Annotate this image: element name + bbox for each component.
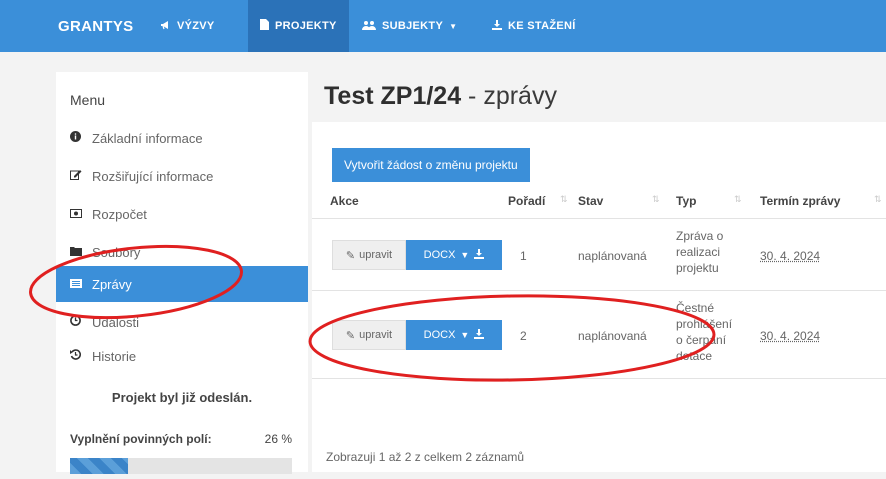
pencil-icon: ✎ <box>345 249 356 262</box>
page-title-project: Test ZP1/24 <box>324 82 462 110</box>
brand-logo[interactable]: GRANTYS <box>58 18 133 35</box>
col-header-poradi[interactable]: Pořadí <box>508 194 545 208</box>
create-change-request-button[interactable]: Vytvořit žádost o změnu projektu <box>332 148 530 182</box>
edit-button-label: upravit <box>359 249 393 261</box>
page-title-section: - zprávy <box>461 82 557 110</box>
top-navbar: GRANTYS VÝZVY PROJEKTY SUBJEKTY ▼ KE STA… <box>0 0 886 52</box>
sort-icon[interactable]: ⇅ <box>874 194 882 205</box>
download-icon <box>492 19 502 33</box>
sidebar-item-label: Rozpočet <box>92 206 147 222</box>
type-line: Zpráva o <box>676 229 724 243</box>
reports-panel: Vytvořit žádost o změnu projektu Akce Po… <box>312 122 886 472</box>
type-line: projektu <box>676 261 719 275</box>
row-status: naplánovaná <box>578 329 647 343</box>
row-divider <box>312 290 886 291</box>
sidebar: Menu Základní informace Rozšiřující info… <box>56 72 308 474</box>
list-icon <box>70 277 92 291</box>
sort-icon[interactable]: ⇅ <box>734 194 742 205</box>
type-line: dotace <box>676 349 713 363</box>
edit-button-label: upravit <box>359 329 393 341</box>
docx-label: DOCX <box>423 249 456 261</box>
chevron-down-icon: ▼ <box>460 330 470 340</box>
row-type: Zpráva o realizaci projektu <box>676 228 723 276</box>
docx-download-button[interactable]: DOCX ▼ <box>406 240 502 270</box>
history-icon <box>70 349 92 363</box>
edit-button[interactable]: ✎ upravit <box>332 320 406 350</box>
nav-projekty-label: PROJEKTY <box>275 20 337 32</box>
sidebar-item-historie[interactable]: Historie <box>56 338 308 374</box>
row-order: 1 <box>520 249 527 263</box>
col-header-stav[interactable]: Stav <box>578 194 603 208</box>
row-date: 30. 4. 2024 <box>760 329 821 343</box>
sort-icon[interactable]: ⇅ <box>560 194 568 205</box>
row-status: naplánovaná <box>578 249 647 263</box>
required-fields-progress <box>70 458 292 474</box>
sort-icon[interactable]: ⇅ <box>652 194 660 205</box>
docx-download-button[interactable]: DOCX ▼ <box>406 320 502 350</box>
nav-ke-stazeni[interactable]: KE STAŽENÍ <box>492 0 576 52</box>
users-icon <box>362 20 376 33</box>
nav-subjekty-label: SUBJEKTY <box>382 20 444 32</box>
sidebar-item-label: Základní informace <box>92 130 203 146</box>
row-date: 30. 4. 2024 <box>760 249 821 263</box>
page-title: Test ZP1/24 - zprávy <box>324 82 557 111</box>
file-icon <box>260 19 269 33</box>
megaphone-icon <box>160 20 171 33</box>
type-line: prohlášení <box>676 317 733 331</box>
edit-icon <box>70 169 92 183</box>
row-type: Čestné prohlášení o čerpání dotace <box>676 300 732 364</box>
sidebar-item-label: Rozšiřující informace <box>92 168 214 184</box>
chevron-down-icon: ▼ <box>449 21 458 31</box>
sidebar-item-zpravy[interactable]: Zprávy <box>56 266 308 302</box>
nav-projekty[interactable]: PROJEKTY <box>248 0 349 52</box>
sidebar-item-rozsirujici-informace[interactable]: Rozšiřující informace <box>56 158 308 194</box>
sidebar-item-label: Události <box>92 314 139 330</box>
download-icon <box>474 328 485 342</box>
col-header-termin[interactable]: Termín zprávy <box>760 194 840 208</box>
sidebar-item-label: Zprávy <box>92 276 132 292</box>
folder-icon <box>70 245 92 259</box>
main-content: Test ZP1/24 - zprávy Vytvořit žádost o z… <box>312 72 886 472</box>
download-icon <box>474 248 485 262</box>
col-header-typ[interactable]: Typ <box>676 194 696 208</box>
nav-vyzvy-label: VÝZVY <box>177 20 215 32</box>
sidebar-item-udalosti[interactable]: Události <box>56 304 308 340</box>
type-line: o čerpání <box>676 333 727 347</box>
type-line: Čestné <box>676 301 715 315</box>
row-order: 2 <box>520 329 527 343</box>
chevron-down-icon: ▼ <box>460 250 470 260</box>
sidebar-item-rozpocet[interactable]: Rozpočet <box>56 196 308 232</box>
progress-fill <box>70 458 128 474</box>
nav-subjekty[interactable]: SUBJEKTY ▼ <box>362 0 457 52</box>
info-icon <box>70 131 92 145</box>
required-fields-label: Vyplnění povinných polí: <box>70 432 212 446</box>
sidebar-item-zakladni-informace[interactable]: Základní informace <box>56 120 308 156</box>
sidebar-item-label: Historie <box>92 348 137 364</box>
sent-notice: Projekt byl již odeslán. <box>111 390 253 405</box>
nav-ke-stazeni-label: KE STAŽENÍ <box>508 20 576 32</box>
nav-vyzvy[interactable]: VÝZVY <box>160 0 215 52</box>
sidebar-item-soubory[interactable]: Soubory <box>56 234 308 270</box>
pencil-icon: ✎ <box>345 329 356 342</box>
header-divider <box>312 218 886 219</box>
type-line: realizaci <box>676 245 721 259</box>
col-header-akce[interactable]: Akce <box>330 194 359 208</box>
row-divider <box>312 378 886 379</box>
menu-title: Menu <box>70 92 106 108</box>
edit-button[interactable]: ✎ upravit <box>332 240 406 270</box>
clock-icon <box>70 315 92 329</box>
table-info: Zobrazuji 1 až 2 z celkem 2 záznamů <box>326 450 525 464</box>
required-fields-percent: 26 % <box>264 432 292 446</box>
money-icon <box>70 207 92 221</box>
docx-label: DOCX <box>423 329 456 341</box>
sidebar-item-label: Soubory <box>92 244 141 260</box>
